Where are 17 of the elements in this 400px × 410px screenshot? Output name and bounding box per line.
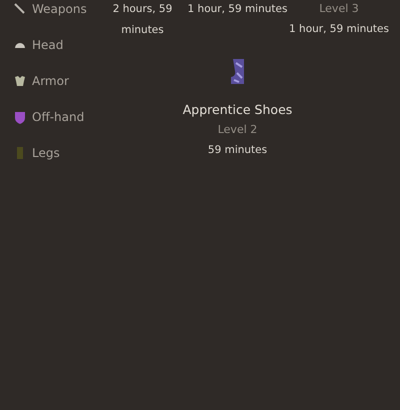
- item-name: Apprentice Shoes: [182, 100, 292, 119]
- boot-icon: [230, 58, 246, 86]
- shield-icon: [14, 110, 26, 124]
- sidebar-item[interactable]: Head: [32, 36, 64, 54]
- duration-text: 1 hour, 59 minutes: [289, 22, 389, 37]
- legs-icon: [14, 146, 26, 160]
- item-level: Level 3: [319, 1, 359, 17]
- sidebar-item[interactable]: Legs: [32, 144, 60, 162]
- armor-icon: [14, 75, 26, 87]
- duration-text: 59 minutes: [208, 142, 268, 158]
- sword-icon: [14, 3, 26, 15]
- item-level: Level 2: [218, 122, 258, 138]
- duration-text: 2 hours, 59 minutes: [112, 2, 174, 38]
- sidebar-item[interactable]: Armor: [32, 72, 69, 90]
- sidebar-item[interactable]: Off-hand: [32, 108, 84, 126]
- duration-text: 1 hour, 59 minutes: [188, 2, 288, 17]
- sidebar-item[interactable]: Weapons: [32, 0, 87, 18]
